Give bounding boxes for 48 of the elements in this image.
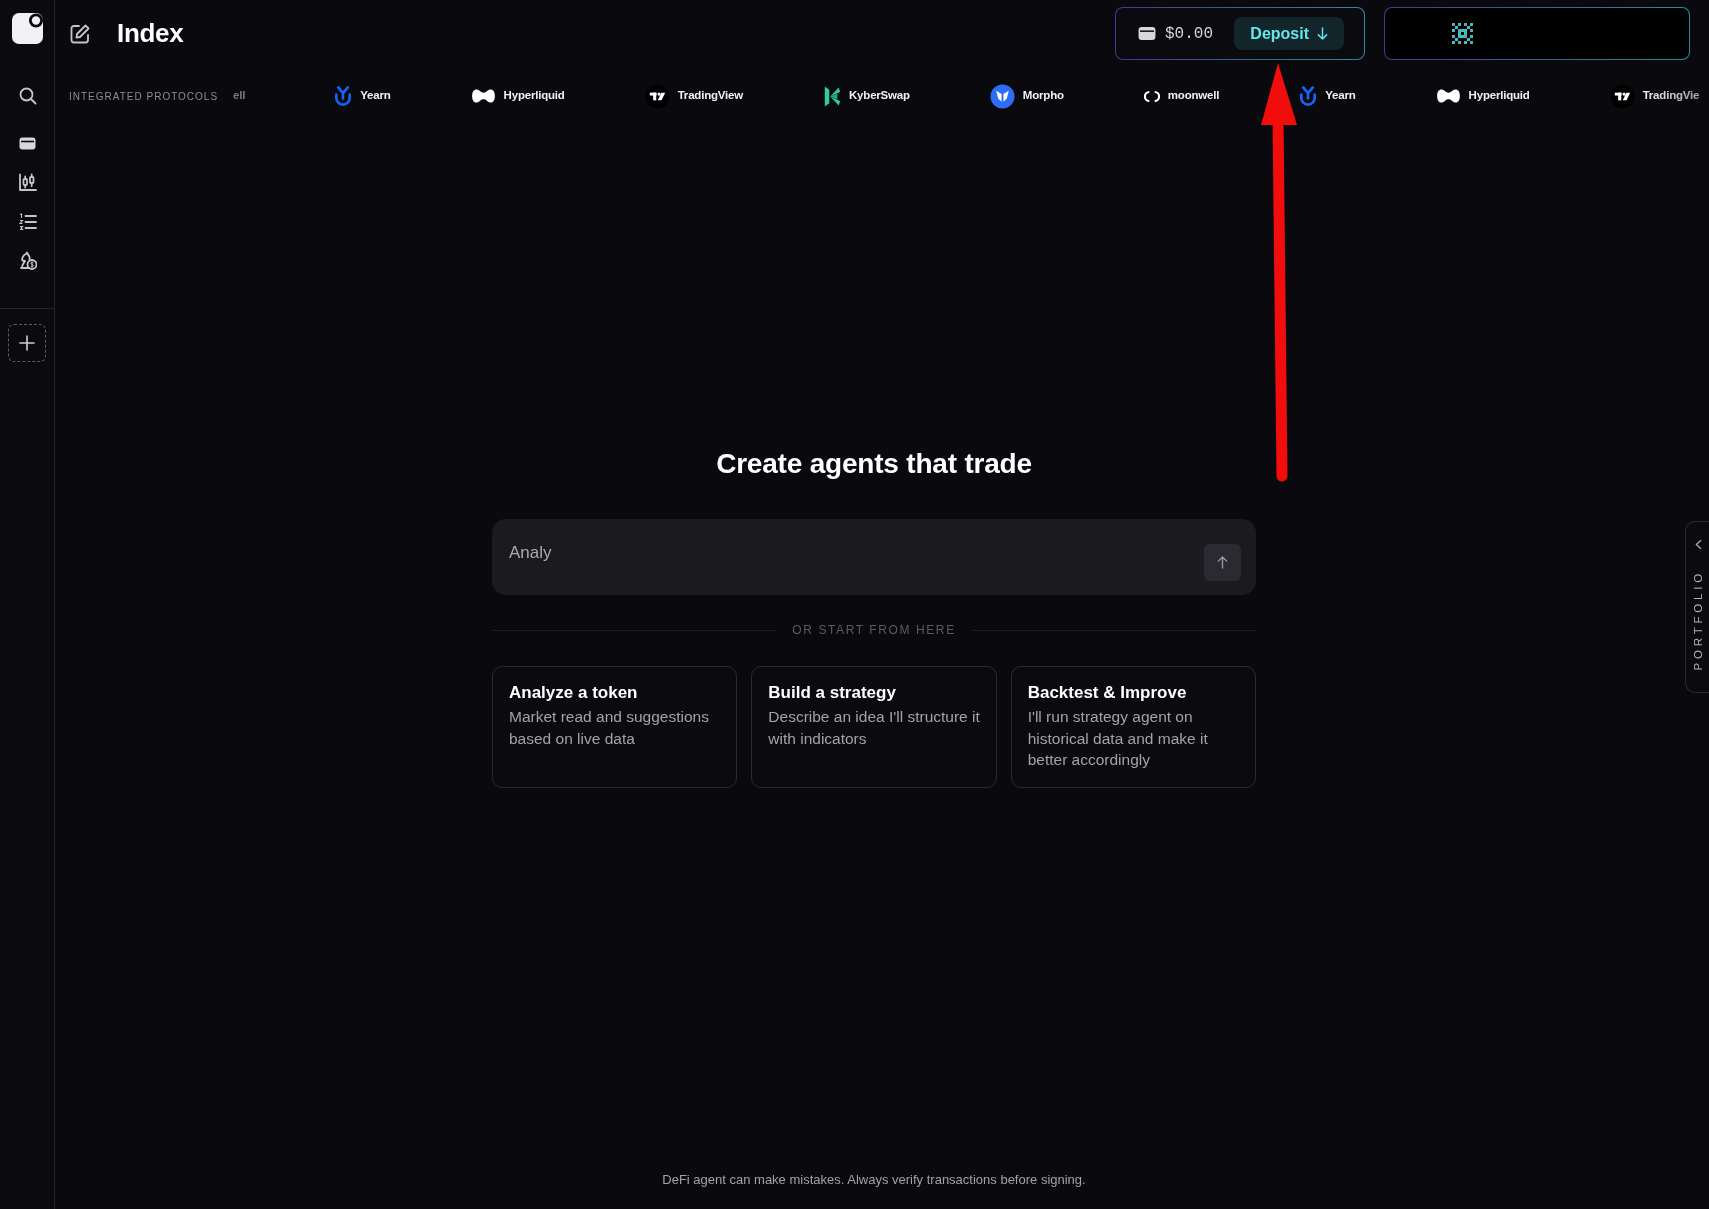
card-title: Build a strategy [768,682,897,704]
page-title: Index [117,17,184,50]
arrow-down-icon [1317,27,1328,40]
protocol-logo-icon [1299,85,1318,107]
card-title: Backtest & Improve [1027,682,1188,704]
protocol-name: moonwell [1167,88,1220,104]
section-label: INTEGRATED PROTOCOLS [69,89,219,104]
identicon-icon [1452,23,1473,44]
protocol-logo-icon [1609,83,1635,109]
protocol-name: ell [233,88,246,104]
account-button[interactable] [1384,7,1690,60]
protocol-name: TradingVie [1642,88,1700,104]
protocol-name: Morpho [1022,88,1064,104]
suggestion-card[interactable]: Build a strategy Describe an idea I'll structure it with indicators [751,666,997,788]
protocol-logo-icon [1143,89,1160,103]
add-button[interactable] [8,324,46,362]
divider-label: OR START FROM HERE [792,622,956,639]
prompt-field[interactable]: Analy [492,519,1256,595]
balance-amount: $0.00 [1165,23,1213,45]
suggestion-card[interactable]: Analyze a token Market read and suggestions based on live data [492,666,738,788]
arrow-up-icon [1217,556,1228,569]
protocol-logo-icon [1435,87,1461,105]
app-logo-icon[interactable] [11,13,43,44]
protocol-logo-icon [334,85,353,107]
protocol-logo-icon [989,83,1015,109]
protocol-name: KyberSwap [849,88,910,104]
prompt-input[interactable]: Analy [509,519,1192,581]
protocol-name: Yearn [360,88,391,104]
card-description: Market read and suggestions based on live data [509,707,710,749]
card-title: Analyze a token [509,682,639,704]
protocol-name: Hyperliquid [1468,88,1530,104]
edit-icon[interactable] [69,22,91,45]
disclaimer-text: DeFi agent can make mistakes. Always verify transactions before signing. [662,1170,1086,1189]
portfolio-tab[interactable]: PORTFOLIO [1685,521,1709,693]
wallet-icon [1138,26,1156,41]
protocol-name: Yearn [1325,88,1356,104]
deposit-button[interactable]: Deposit [1234,17,1344,50]
hero-heading: Create agents that trade [715,447,1033,481]
protocol-name: TradingView [677,88,743,104]
protocol-name: Hyperliquid [503,88,565,104]
portfolio-label: PORTFOLIO [1690,570,1705,671]
send-button[interactable] [1204,544,1241,581]
suggestion-card[interactable]: Backtest & Improve I'll run strategy agent on historical data and make it better accordingly [1010,666,1256,788]
card-description: Describe an idea I'll structure it with indicators [768,707,981,749]
protocol-logo-icon [470,87,496,105]
protocol-logo-icon [644,83,670,109]
plus-icon [19,335,35,351]
card-description: I'll run strategy agent on historical data and make it better accordingly [1027,707,1209,770]
